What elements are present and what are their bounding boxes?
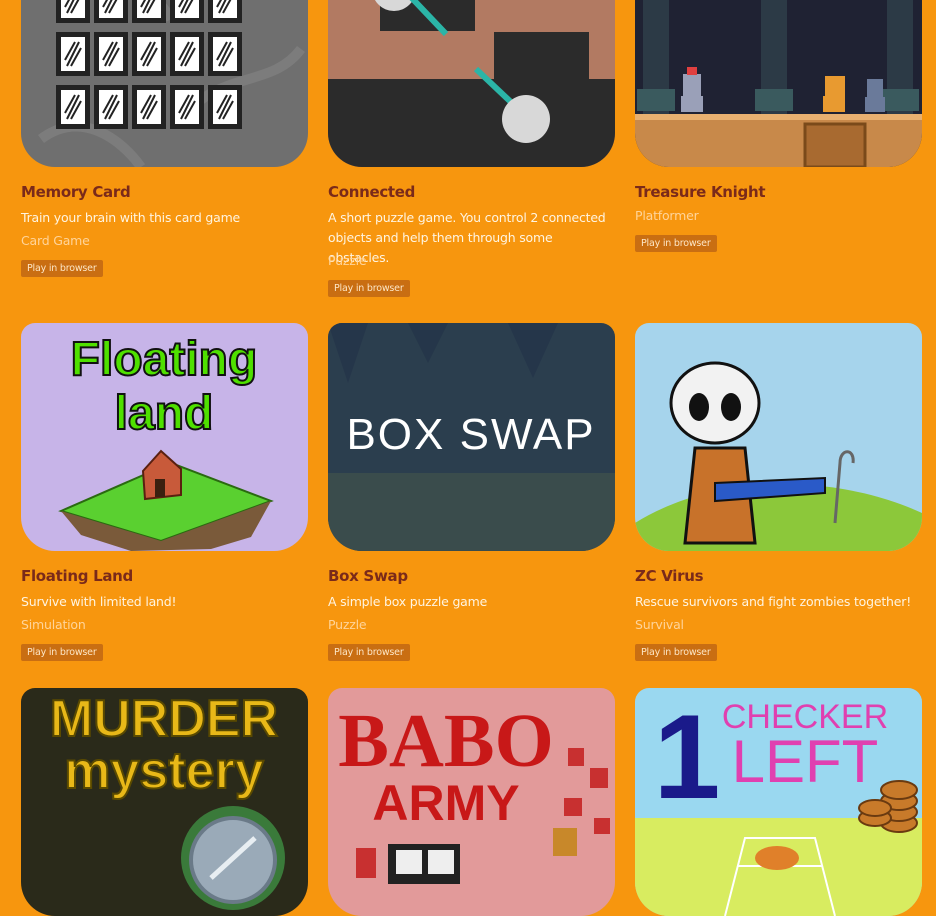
game-thumbnail[interactable]: 1 CHECKER LEFT — [635, 688, 922, 916]
game-description: Train your brain with this card game — [21, 210, 241, 225]
game-genre[interactable]: Puzzle — [328, 617, 367, 632]
game-thumbnail[interactable] — [635, 323, 922, 551]
thumb-text: LEFT — [732, 728, 879, 795]
game-title[interactable]: ZC Virus — [635, 567, 704, 585]
game-grid: Memory Card Train your brain with this c… — [0, 0, 936, 916]
zc-virus-thumbnail — [635, 323, 922, 551]
thumb-text: mystery — [64, 742, 264, 800]
game-description: Survive with limited land! — [21, 594, 177, 609]
game-title[interactable]: Floating Land — [21, 567, 133, 585]
game-thumbnail[interactable] — [328, 0, 615, 167]
connected-thumbnail — [328, 0, 615, 167]
thumb-text: ARMY — [372, 775, 519, 831]
game-description: Rescue survivors and fight zombies toget… — [635, 594, 912, 609]
murder-mystery-thumbnail: MURDER mystery — [21, 688, 308, 916]
treasure-knight-thumbnail — [635, 0, 922, 167]
game-genre[interactable]: Platformer — [635, 208, 699, 223]
play-in-browser-badge: Play in browser — [21, 644, 103, 661]
thumb-text: BABO — [338, 699, 553, 783]
thumb-text: MURDER — [50, 690, 278, 748]
game-title[interactable]: Box Swap — [328, 567, 408, 585]
play-in-browser-badge: Play in browser — [635, 644, 717, 661]
play-in-browser-badge: Play in browser — [635, 235, 717, 252]
memory-card-thumbnail — [21, 0, 308, 167]
game-title[interactable]: Treasure Knight — [635, 183, 766, 201]
game-genre[interactable]: Simulation — [21, 617, 86, 632]
game-genre[interactable]: Card Game — [21, 233, 90, 248]
game-thumbnail[interactable] — [635, 0, 922, 167]
game-description: A short puzzle game. You control 2 conne… — [328, 210, 606, 265]
babo-army-thumbnail: BABO ARMY — [328, 688, 615, 916]
game-title[interactable]: Memory Card — [21, 183, 131, 201]
thumb-text: 1 — [654, 690, 721, 824]
box-swap-thumbnail: BOX SWAP — [328, 323, 615, 551]
game-genre[interactable]: Survival — [635, 617, 684, 632]
play-in-browser-badge: Play in browser — [21, 260, 103, 277]
game-thumbnail[interactable]: Floating land — [21, 323, 308, 551]
thumb-text: Floating — [71, 333, 258, 386]
game-title[interactable]: Connected — [328, 183, 415, 201]
play-in-browser-badge: Play in browser — [328, 644, 410, 661]
thumb-text: BOX SWAP — [346, 410, 595, 459]
game-thumbnail[interactable]: BOX SWAP — [328, 323, 615, 551]
floating-land-thumbnail: Floating land — [21, 323, 308, 551]
play-in-browser-badge: Play in browser — [328, 280, 410, 297]
game-thumbnail[interactable] — [21, 0, 308, 167]
game-description: A simple box puzzle game — [328, 594, 488, 609]
game-genre[interactable]: Puzzle — [328, 253, 367, 268]
thumb-text: land — [115, 387, 214, 440]
game-thumbnail[interactable]: BABO ARMY — [328, 688, 615, 916]
checker-left-thumbnail: 1 CHECKER LEFT — [635, 688, 922, 916]
game-thumbnail[interactable]: MURDER mystery — [21, 688, 308, 916]
